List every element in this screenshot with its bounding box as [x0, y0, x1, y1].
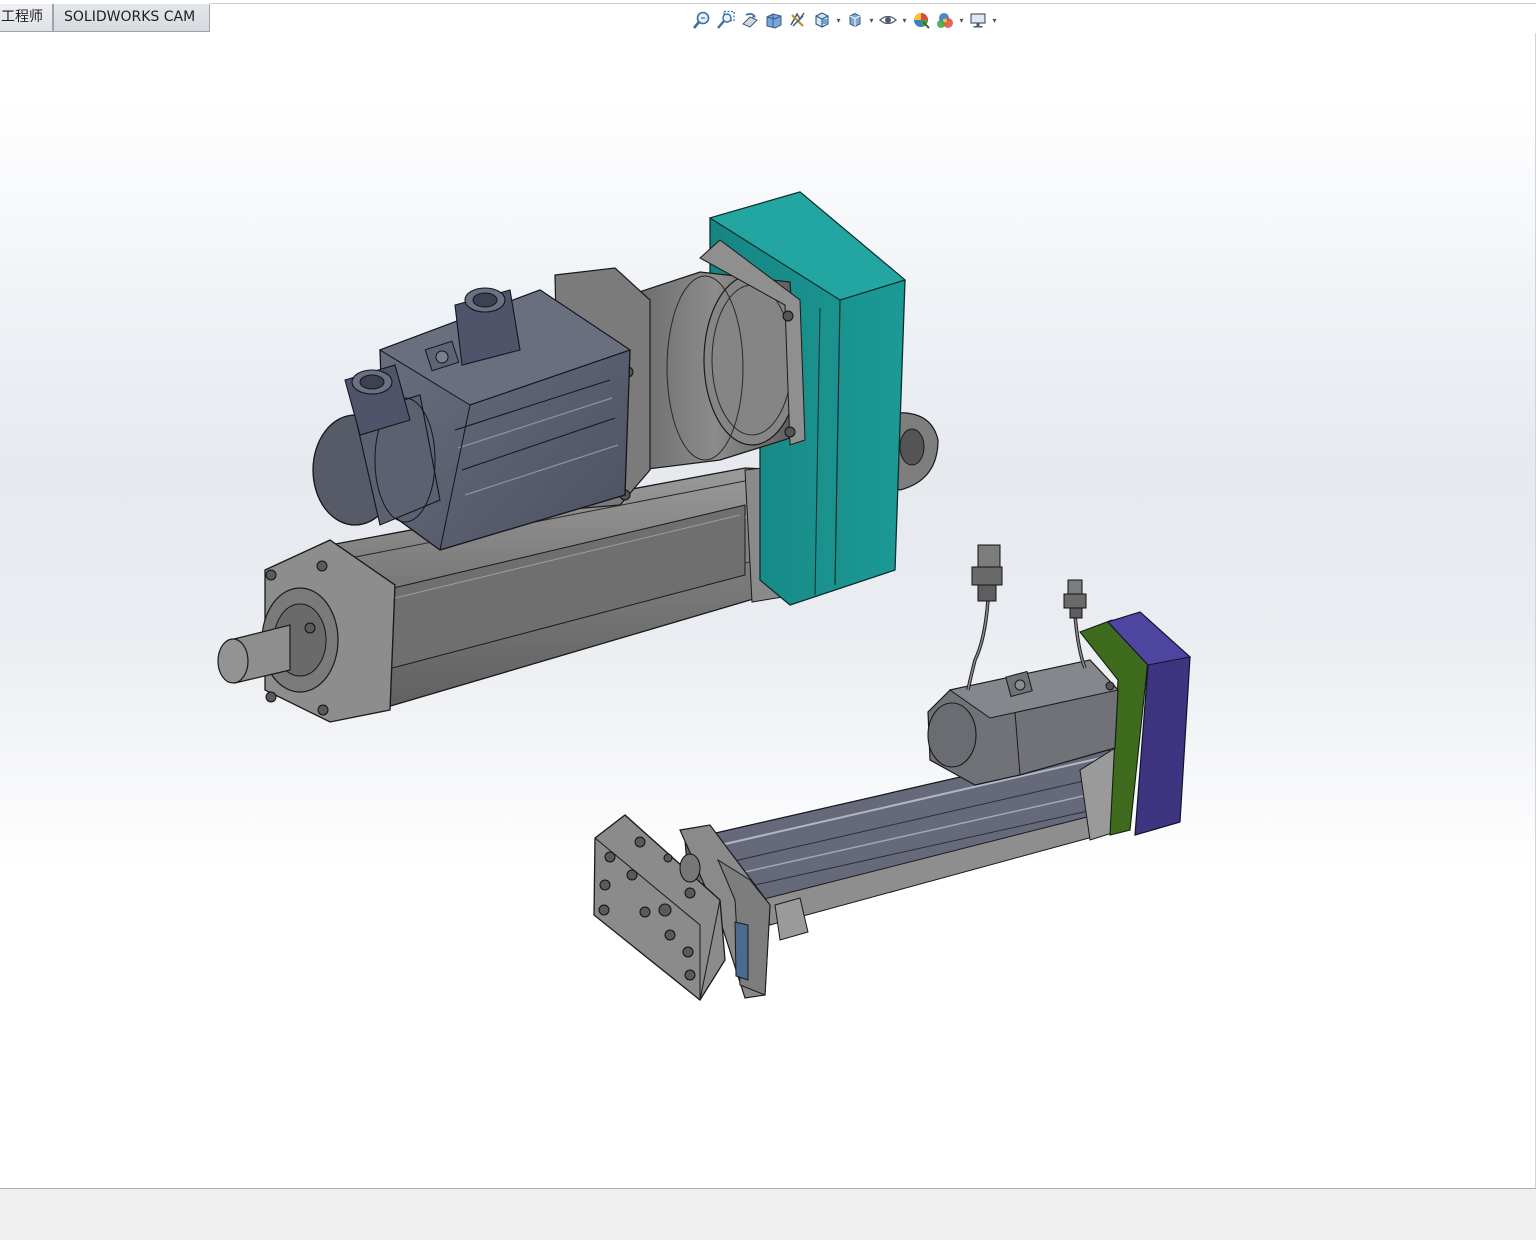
assembly-model-scene — [217, 191, 1192, 1001]
chevron-down-icon[interactable]: ▾ — [990, 9, 999, 31]
large-servo-electric-cylinder[interactable] — [217, 191, 939, 723]
view-orientation-icon[interactable] — [810, 9, 834, 31]
chevron-down-icon[interactable]: ▾ — [957, 9, 966, 31]
zoom-to-area-icon[interactable] — [714, 9, 738, 31]
edit-appearance-icon[interactable] — [909, 9, 933, 31]
power-cable-plug — [1063, 579, 1087, 619]
display-style-icon[interactable] — [843, 9, 867, 31]
command-manager-border — [210, 3, 1536, 4]
view-settings-icon[interactable] — [966, 9, 990, 31]
dynamic-annotation-icon[interactable] — [786, 9, 810, 31]
zoom-to-fit-icon[interactable] — [690, 9, 714, 31]
tab-solidworks-cam[interactable]: SOLIDWORKS CAM — [53, 4, 210, 32]
chevron-down-icon[interactable]: ▾ — [867, 9, 876, 31]
hide-show-items-icon[interactable] — [876, 9, 900, 31]
heads-up-view-toolbar: ▾ ▾ ▾ ▾ ▾ — [690, 9, 999, 31]
graphics-area[interactable] — [0, 33, 1536, 1188]
section-view-icon[interactable] — [762, 9, 786, 31]
command-manager-tabs: 工程师 SOLIDWORKS CAM ▾ ▾ ▾ ▾ ▾ — [0, 0, 1536, 33]
previous-view-icon[interactable] — [738, 9, 762, 31]
encoder-cable-plug — [971, 544, 1003, 602]
chevron-down-icon[interactable]: ▾ — [834, 9, 843, 31]
chevron-down-icon[interactable]: ▾ — [900, 9, 909, 31]
status-bar — [0, 1188, 1536, 1240]
tab-engineer[interactable]: 工程师 — [0, 4, 53, 32]
apply-scene-icon[interactable] — [933, 9, 957, 31]
